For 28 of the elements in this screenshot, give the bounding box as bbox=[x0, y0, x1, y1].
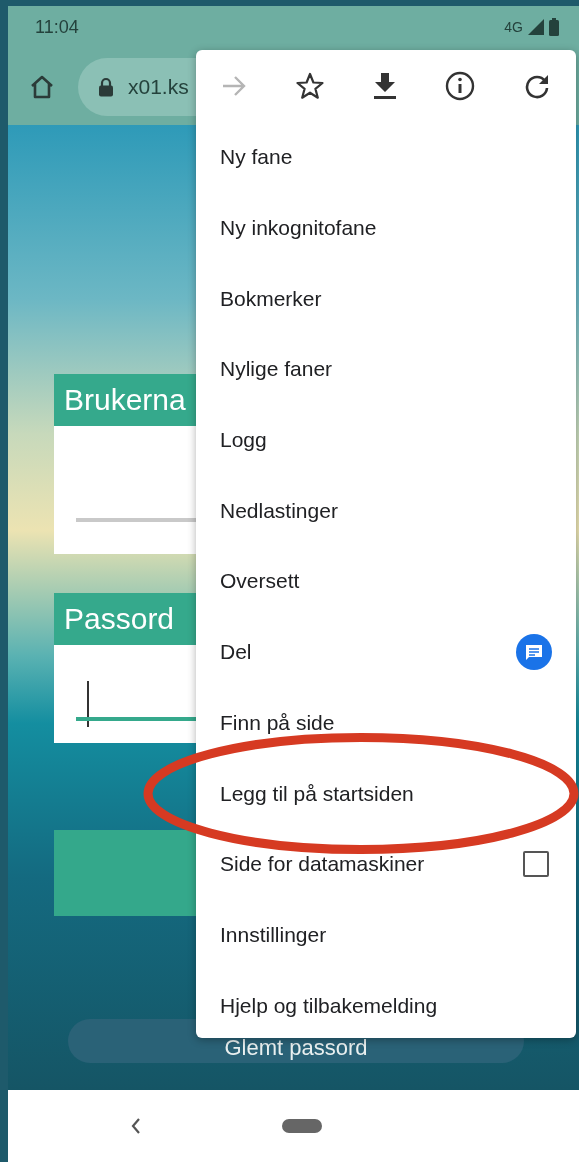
menu-item[interactable]: Bokmerker bbox=[196, 263, 576, 335]
text-cursor bbox=[87, 681, 89, 727]
menu-item[interactable]: Nylige faner bbox=[196, 334, 576, 405]
back-icon[interactable] bbox=[130, 1117, 142, 1135]
field-label: Brukerna bbox=[64, 383, 186, 417]
signal-icon bbox=[528, 19, 544, 35]
download-icon[interactable] bbox=[372, 73, 397, 99]
battery-icon bbox=[549, 18, 559, 36]
message-icon bbox=[516, 634, 552, 671]
menu-item[interactable]: Logg bbox=[196, 404, 576, 476]
menu-item[interactable]: Finn på side bbox=[196, 687, 576, 759]
menu-item[interactable]: Ny fane bbox=[196, 122, 576, 193]
network-label: 4G bbox=[504, 19, 523, 35]
menu-item[interactable]: Innstillinger bbox=[196, 899, 576, 971]
menu-item[interactable]: Side for datamaskiner bbox=[196, 828, 576, 900]
checkbox[interactable] bbox=[523, 851, 549, 878]
info-icon[interactable] bbox=[445, 71, 476, 101]
lock-icon bbox=[98, 76, 114, 97]
star-icon[interactable] bbox=[295, 72, 324, 100]
menu-item[interactable]: Ny inkognitofane bbox=[196, 192, 576, 264]
menu-item[interactable]: Del bbox=[196, 616, 576, 688]
status-time: 11:04 bbox=[35, 16, 79, 38]
menu-item[interactable]: Oversett bbox=[196, 546, 576, 617]
menu-item[interactable]: Nedlastinger bbox=[196, 475, 576, 547]
home-pill[interactable] bbox=[282, 1119, 322, 1133]
url-text: x01.ks bbox=[128, 74, 189, 99]
reload-icon[interactable] bbox=[524, 73, 550, 99]
field-label: Passord bbox=[64, 602, 175, 636]
